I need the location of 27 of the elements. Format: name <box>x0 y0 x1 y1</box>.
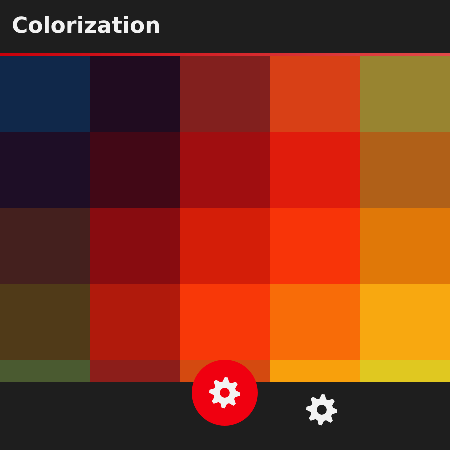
color-swatch[interactable] <box>90 360 180 382</box>
color-swatch[interactable] <box>270 56 360 132</box>
color-swatch[interactable] <box>180 56 270 132</box>
color-swatch[interactable] <box>90 56 180 132</box>
color-swatch[interactable] <box>270 284 360 360</box>
color-swatch[interactable] <box>0 360 90 382</box>
color-swatch[interactable] <box>0 208 90 284</box>
color-swatch[interactable] <box>0 132 90 208</box>
color-swatch[interactable] <box>360 56 450 132</box>
color-swatch[interactable] <box>90 132 180 208</box>
color-swatch[interactable] <box>360 360 450 382</box>
color-swatch[interactable] <box>270 360 360 382</box>
settings-icon <box>208 376 242 410</box>
color-swatch[interactable] <box>270 132 360 208</box>
color-swatch[interactable] <box>360 284 450 360</box>
color-swatch[interactable] <box>90 208 180 284</box>
color-swatch[interactable] <box>180 284 270 360</box>
color-swatch[interactable] <box>0 284 90 360</box>
color-swatch[interactable] <box>180 132 270 208</box>
settings-icon <box>305 393 339 427</box>
color-swatch[interactable] <box>90 284 180 360</box>
color-swatch[interactable] <box>0 56 90 132</box>
page-title: Colorization <box>12 14 161 39</box>
color-swatch[interactable] <box>270 208 360 284</box>
color-swatch[interactable] <box>360 132 450 208</box>
color-swatch[interactable] <box>180 208 270 284</box>
color-swatch[interactable] <box>360 208 450 284</box>
